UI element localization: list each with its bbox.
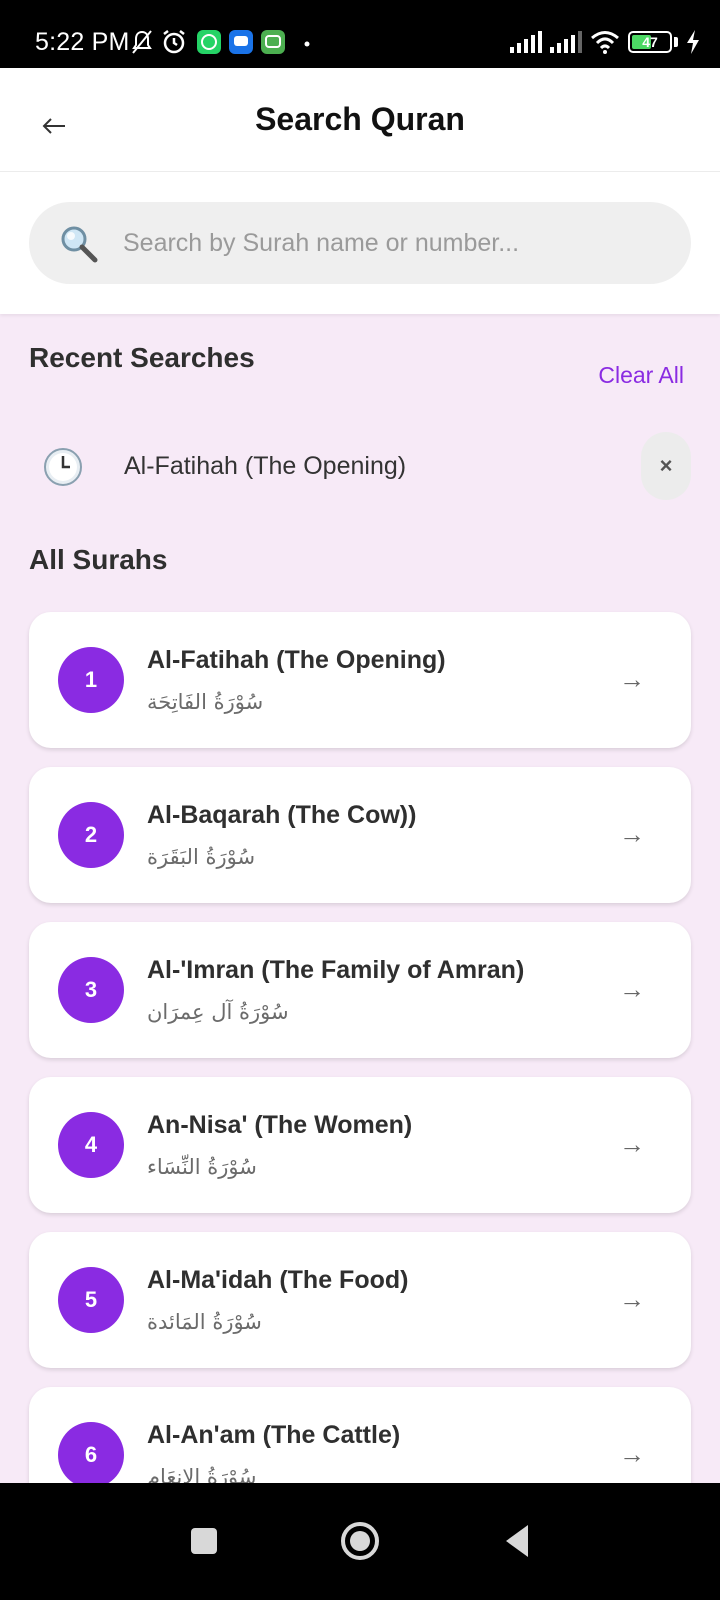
search-input[interactable] (123, 202, 663, 284)
status-bar: 5:22 PM 47 (0, 0, 720, 68)
arrow-right-icon: → (619, 1129, 645, 1159)
clock-icon (44, 448, 82, 486)
surah-number: 5 (58, 1267, 124, 1333)
app-header: Search Quran (0, 68, 720, 172)
recent-searches-title: Recent Searches (29, 342, 255, 373)
surah-name: Al-Ma'idah (The Food) (147, 1266, 409, 1294)
surah-card[interactable]: 3 Al-'Imran (The Family of Amran) سُوْرَ… (29, 922, 691, 1058)
surah-card[interactable]: 1 Al-Fatihah (The Opening) سُوْرَةُ الفَ… (29, 612, 691, 748)
surah-number: 2 (58, 802, 124, 868)
all-surahs-title: All Surahs (29, 544, 168, 575)
surah-card[interactable]: 5 Al-Ma'idah (The Food) سُوْرَةُ المَائد… (29, 1232, 691, 1368)
remove-recent-button[interactable]: × (641, 432, 691, 500)
arrow-right-icon: → (619, 819, 645, 849)
surah-arabic-name: سُوْرَةُ البَقَرَة (147, 845, 256, 869)
dot-icon (304, 41, 310, 47)
battery-icon: 47 (628, 31, 672, 53)
surah-card[interactable]: 4 An-Nisa' (The Women) سُوْرَةُ النِّسَا… (29, 1077, 691, 1213)
recents-button[interactable] (191, 1528, 217, 1554)
arrow-right-icon: → (619, 664, 645, 694)
surah-card[interactable]: 2 Al-Baqarah (The Cow)) سُوْرَةُ البَقَر… (29, 767, 691, 903)
signal-icon (510, 31, 542, 53)
arrow-right-icon: → (619, 974, 645, 1004)
surah-number: 6 (58, 1422, 124, 1483)
messages-icon (229, 30, 253, 54)
chat-icon (261, 30, 285, 54)
search-area (0, 172, 720, 314)
status-right: 47 (510, 28, 700, 56)
surah-arabic-name: سُوْرَةُ النِّسَاء (147, 1155, 257, 1179)
alarm-icon (163, 30, 185, 54)
page-title: Search Quran (255, 101, 465, 137)
recent-search-item[interactable]: Al-Fatihah (The Opening) × (29, 430, 691, 506)
surah-list[interactable]: 1 Al-Fatihah (The Opening) سُوْرَةُ الفَ… (0, 600, 720, 1483)
wifi-icon (591, 31, 619, 54)
whatsapp-icon (197, 30, 221, 54)
signal-icon (550, 31, 582, 53)
surah-name: Al-Fatihah (The Opening) (147, 646, 446, 674)
arrow-right-icon: → (619, 1439, 645, 1469)
clear-all-button[interactable]: Clear All (598, 362, 684, 389)
nav-back-button[interactable] (502, 1523, 532, 1559)
surah-name: Al-Baqarah (The Cow)) (147, 801, 417, 829)
surah-name: Al-An'am (The Cattle) (147, 1421, 401, 1449)
system-nav-bar (0, 1483, 720, 1600)
surah-name: Al-'Imran (The Family of Amran) (147, 956, 525, 984)
arrow-right-icon: → (619, 1284, 645, 1314)
surah-arabic-name: سُوْرَةُ المَائدة (147, 1310, 262, 1334)
mute-icon (132, 30, 152, 54)
status-time: 5:22 PM (35, 28, 130, 56)
home-button[interactable] (340, 1521, 380, 1561)
surah-arabic-name: سُوْرَةُ آل عِمرَان (147, 1000, 289, 1024)
surah-arabic-name: سُوْرَةُ الفَاتِحَة (147, 690, 264, 714)
recent-search-label: Al-Fatihah (The Opening) (124, 452, 407, 480)
charging-icon (687, 30, 699, 54)
surah-card[interactable]: 6 Al-An'am (The Cattle) سُوْرَةُ الانعَا… (29, 1387, 691, 1483)
search-icon (61, 226, 98, 263)
surah-number: 1 (58, 647, 124, 713)
surah-arabic-name: سُوْرَةُ الانعَام (147, 1465, 257, 1483)
surah-number: 4 (58, 1112, 124, 1178)
surah-name: An-Nisa' (The Women) (147, 1111, 413, 1139)
battery-level: 47 (642, 34, 658, 50)
search-box[interactable] (29, 202, 691, 284)
surah-number: 3 (58, 957, 124, 1023)
